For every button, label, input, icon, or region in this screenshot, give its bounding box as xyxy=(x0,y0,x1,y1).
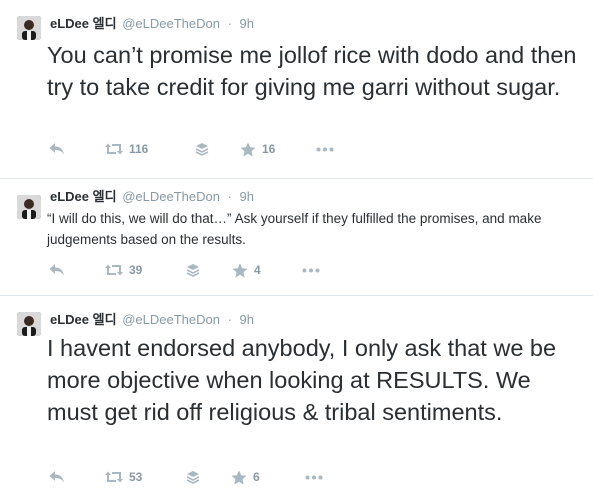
more-button[interactable] xyxy=(305,475,323,480)
reply-icon xyxy=(49,264,64,276)
like-button[interactable]: 6 xyxy=(231,470,305,485)
more-dots-icon xyxy=(302,268,320,272)
tweet-actions: 39 4 xyxy=(49,261,320,279)
author-handle[interactable]: @eLDeeTheDon xyxy=(122,16,220,31)
star-icon xyxy=(240,142,256,156)
tweet-2[interactable]: eLDee 엘디 @eLDeeTheDon · 9h “I will do th… xyxy=(0,179,593,296)
star-icon xyxy=(231,470,247,484)
tweet-feed: eLDee 엘디 @eLDeeTheDon · 9h You can’t pro… xyxy=(0,0,593,501)
reply-button[interactable] xyxy=(49,142,105,156)
retweet-button[interactable]: 39 xyxy=(105,263,186,277)
retweet-button[interactable]: 53 xyxy=(105,470,186,484)
retweet-icon xyxy=(105,471,123,483)
timestamp[interactable]: 9h xyxy=(240,189,254,204)
tweet-text: I havent endorsed anybody, I only ask th… xyxy=(47,335,557,425)
author-handle[interactable]: @eLDeeTheDon xyxy=(122,189,220,204)
buffer-stack-icon xyxy=(195,143,209,156)
reply-button[interactable] xyxy=(49,470,105,484)
tweet-header: eLDee 엘디 @eLDeeTheDon · 9h xyxy=(50,16,254,32)
reply-icon xyxy=(49,471,64,483)
buffer-stack-icon xyxy=(186,471,200,484)
author-name[interactable]: eLDee 엘디 xyxy=(50,312,117,327)
tweet-actions: 116 16 xyxy=(49,140,334,158)
more-dots-icon xyxy=(316,147,334,151)
reply-button[interactable] xyxy=(49,263,105,277)
retweet-icon xyxy=(105,143,123,155)
like-count: 16 xyxy=(262,142,276,156)
avatar[interactable] xyxy=(17,195,41,219)
tweet-text: “I will do this, we will do that…” Ask y… xyxy=(47,211,542,247)
author-name[interactable]: eLDee 엘디 xyxy=(50,189,117,204)
more-button[interactable] xyxy=(302,268,320,273)
retweet-button[interactable]: 116 xyxy=(105,142,195,156)
like-button[interactable]: 16 xyxy=(240,142,316,157)
tweet-header: eLDee 엘디 @eLDeeTheDon · 9h xyxy=(50,312,254,328)
buffer-button[interactable] xyxy=(195,142,240,156)
tweet-1[interactable]: eLDee 엘디 @eLDeeTheDon · 9h You can’t pro… xyxy=(0,0,593,179)
retweet-count: 116 xyxy=(129,142,149,156)
star-icon xyxy=(232,263,248,277)
more-button[interactable] xyxy=(316,147,334,152)
separator: · xyxy=(227,189,232,204)
avatar[interactable] xyxy=(17,312,41,336)
retweet-count: 53 xyxy=(129,470,143,484)
like-count: 4 xyxy=(254,263,261,277)
timestamp[interactable]: 9h xyxy=(240,16,254,31)
reply-icon xyxy=(49,143,64,155)
retweet-icon xyxy=(105,264,123,276)
timestamp[interactable]: 9h xyxy=(240,312,254,327)
tweet-header: eLDee 엘디 @eLDeeTheDon · 9h xyxy=(50,189,254,205)
tweet-3[interactable]: eLDee 엘디 @eLDeeTheDon · 9h I havent endo… xyxy=(0,296,593,501)
separator: · xyxy=(227,16,232,31)
retweet-count: 39 xyxy=(129,263,143,277)
author-name[interactable]: eLDee 엘디 xyxy=(50,16,117,31)
tweet-text: You can’t promise me jollof rice with do… xyxy=(47,42,577,100)
avatar[interactable] xyxy=(17,16,41,40)
more-dots-icon xyxy=(305,475,323,479)
buffer-stack-icon xyxy=(186,264,200,277)
like-count: 6 xyxy=(253,470,260,484)
tweet-actions: 53 6 xyxy=(49,468,323,486)
like-button[interactable]: 4 xyxy=(232,263,302,278)
author-handle[interactable]: @eLDeeTheDon xyxy=(122,312,220,327)
separator: · xyxy=(227,312,232,327)
buffer-button[interactable] xyxy=(186,470,231,484)
buffer-button[interactable] xyxy=(186,263,232,277)
